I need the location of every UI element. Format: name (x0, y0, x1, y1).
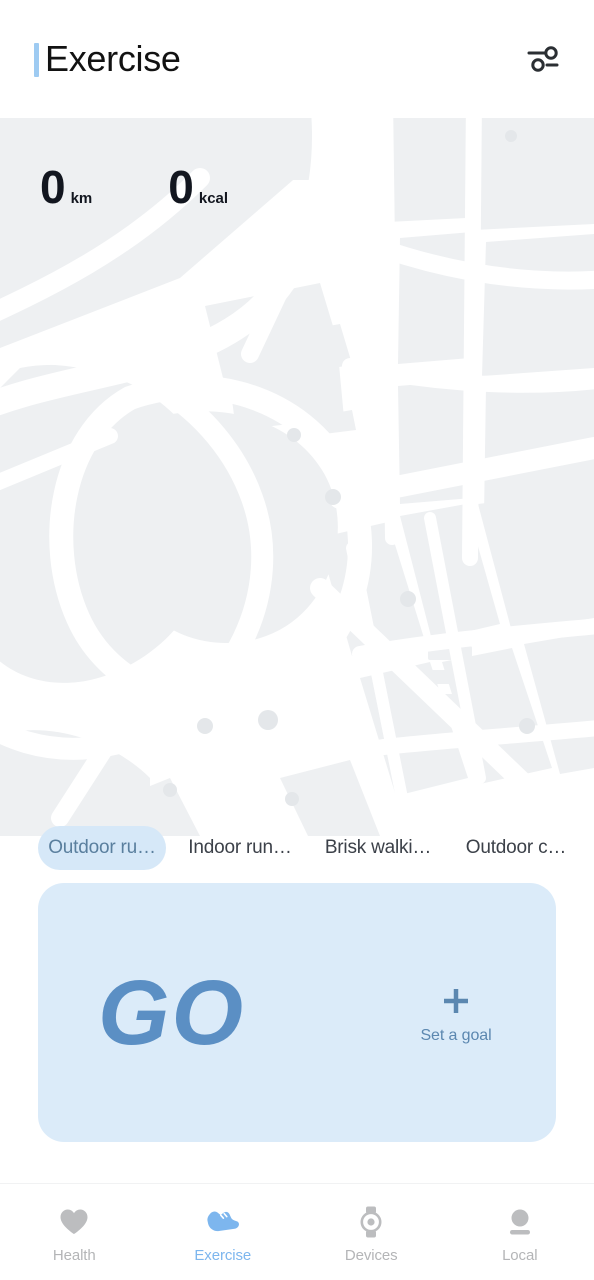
map-background (0, 118, 594, 836)
sport-type-tabs[interactable]: Outdoor ru… Indoor run… Brisk walki… Out… (0, 824, 594, 872)
nav-label-exercise: Exercise (194, 1246, 252, 1264)
calories-unit: kcal (198, 190, 229, 207)
nav-item-local[interactable]: Local (446, 1184, 594, 1280)
nav-label-health: Health (52, 1246, 96, 1264)
set-goal-label: Set a goal (420, 1026, 492, 1044)
page-title: Exercise (45, 38, 181, 79)
exercise-stats: 0 km 0 kcal (40, 164, 228, 210)
page-title-wrap: Exercise (34, 41, 181, 77)
stat-distance: 0 km (40, 164, 92, 210)
plus-icon-wrap (436, 981, 476, 1021)
nav-item-devices[interactable]: Devices (297, 1184, 446, 1280)
bottom-navigation: Health Exercise Devices Local (0, 1183, 594, 1280)
heart-icon (60, 1209, 88, 1234)
person-icon-wrap (503, 1205, 537, 1239)
stat-calories: 0 kcal (168, 164, 228, 210)
plus-icon (444, 988, 468, 1013)
set-goal-button[interactable]: Set a goal (360, 981, 552, 1045)
nav-item-health[interactable]: Health (0, 1184, 149, 1280)
title-accent-bar (34, 43, 39, 77)
running-shoe-icon (207, 1210, 239, 1231)
smartwatch-icon-wrap (354, 1205, 388, 1239)
calories-value: 0 (168, 161, 194, 213)
sport-chip-outdoor-running[interactable]: Outdoor ru… (38, 826, 166, 870)
distance-value: 0 (40, 161, 66, 213)
sport-chip-brisk-walking[interactable]: Brisk walki… (314, 826, 442, 870)
app-header: Exercise (0, 0, 594, 118)
sport-chip-indoor-running[interactable]: Indoor run… (176, 826, 304, 870)
person-icon (509, 1209, 530, 1234)
sport-chip-outdoor-cycling[interactable]: Outdoor c… (452, 826, 580, 870)
heart-icon-wrap (57, 1205, 91, 1239)
smartwatch-icon (360, 1206, 382, 1237)
nav-item-exercise[interactable]: Exercise (149, 1184, 298, 1280)
distance-unit: km (70, 190, 93, 207)
go-card[interactable]: GO Set a goal (38, 883, 556, 1142)
nav-label-devices: Devices (344, 1246, 398, 1264)
nav-label-local: Local (502, 1246, 538, 1264)
map-illustration (0, 118, 594, 836)
go-button[interactable]: GO (98, 967, 245, 1059)
sliders-icon (527, 46, 559, 72)
running-shoe-icon-wrap (206, 1205, 240, 1239)
settings-button[interactable] (520, 36, 566, 82)
exercise-screen: Exercise 0 km 0 kcal Outdoor ru… Indoor … (0, 0, 594, 1280)
